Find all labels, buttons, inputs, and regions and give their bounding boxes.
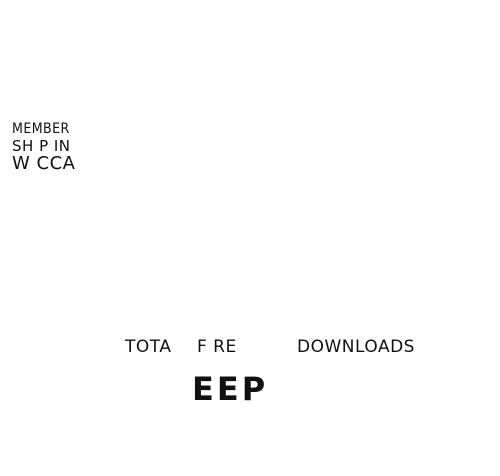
- note-line-1: MEMBER: [12, 121, 70, 137]
- note-line-3: W CCA: [12, 153, 76, 174]
- headline-word: EEP: [192, 370, 269, 408]
- free-word: F RE: [197, 337, 237, 357]
- total-word: TOTA: [125, 337, 172, 357]
- downloads-row: TOTA F RE DOWNLOADS: [125, 337, 425, 359]
- downloads-word: DOWNLOADS: [297, 337, 415, 357]
- membership-note: MEMBER SH P IN W CCA: [12, 121, 92, 174]
